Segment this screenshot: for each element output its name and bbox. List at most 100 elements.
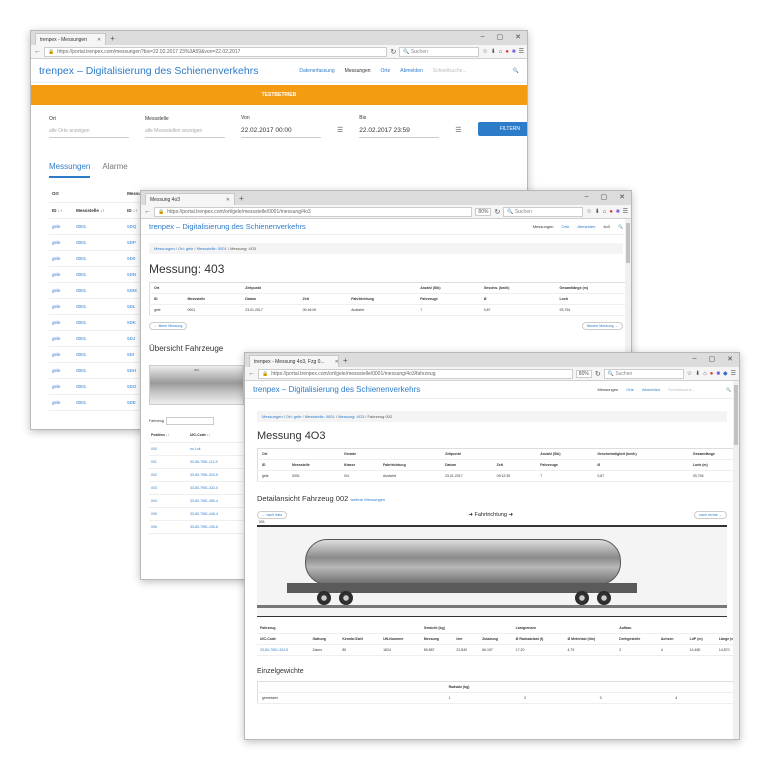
- zoom-level[interactable]: 80%: [475, 207, 492, 216]
- bis-input[interactable]: 22.02.2017 23:59: [359, 127, 440, 138]
- reload-icon[interactable]: ↻: [390, 48, 396, 56]
- back-icon[interactable]: ←: [248, 370, 255, 377]
- table-cell[interactable]: 000: [149, 442, 188, 456]
- tab-alarme[interactable]: Alarme: [102, 162, 127, 178]
- quicksearch-icon[interactable]: 🔍: [726, 387, 731, 392]
- newer-messung-button[interactable]: Neuere Messung →: [581, 322, 623, 330]
- table-row[interactable]: 006 33-80-7951-150-6: [149, 520, 244, 534]
- minimize-icon[interactable]: –: [481, 33, 485, 41]
- table-cell[interactable]: 006: [149, 520, 188, 534]
- close-tab-icon[interactable]: ✕: [97, 37, 101, 43]
- browser-tab-messungen[interactable]: trenpex - Messungen ✕: [35, 33, 107, 45]
- table-row[interactable]: 005 33-80-7951-446-4: [149, 507, 244, 521]
- filter-button[interactable]: FILTERN: [477, 122, 527, 136]
- maximize-icon[interactable]: ▢: [709, 355, 716, 363]
- nav-datenerfassung[interactable]: Datenerfassung: [299, 68, 334, 74]
- maximize-icon[interactable]: ▢: [497, 33, 504, 41]
- menu-icon[interactable]: ☰: [731, 370, 736, 377]
- table-cell[interactable]: gele: [49, 298, 74, 315]
- table-cell[interactable]: 0001: [73, 314, 125, 331]
- table-row[interactable]: 004 33-80-7951-450-4: [149, 494, 244, 508]
- browser-search-input[interactable]: 🔍 Suchen: [603, 368, 684, 379]
- browser-search-input[interactable]: 🔍 Suchen: [503, 206, 584, 217]
- breadcrumb-messungen[interactable]: Messungen: [262, 414, 283, 419]
- table-cell[interactable]: 0001: [73, 234, 125, 251]
- quicksearch-icon[interactable]: 🔍: [513, 68, 519, 74]
- menu-icon[interactable]: ☰: [623, 208, 628, 215]
- table-cell[interactable]: 33-80-7951-332-0: [187, 481, 244, 495]
- table-row[interactable]: 003 33-80-7951-332-0: [149, 481, 244, 495]
- table-cell[interactable]: 0001: [73, 250, 125, 267]
- table-row[interactable]: 002 33-80-7951-324-5: [149, 468, 244, 482]
- von-input[interactable]: 22.02.2017 00:00: [241, 127, 321, 138]
- ort-select[interactable]: alle Orte anzeigen: [49, 128, 129, 138]
- table-cell[interactable]: gele: [49, 282, 74, 299]
- vehicle-thumbnail[interactable]: 003: [149, 365, 244, 405]
- new-tab-icon[interactable]: +: [239, 193, 244, 205]
- table-cell[interactable]: gele: [49, 314, 74, 331]
- older-messung-button[interactable]: ← ältere Messung: [149, 322, 188, 330]
- table-cell[interactable]: 0001: [73, 346, 125, 363]
- reload-icon[interactable]: ↻: [494, 208, 500, 216]
- table-cell[interactable]: gele: [49, 346, 74, 363]
- table-cell[interactable]: gele: [49, 394, 74, 411]
- col-header-id[interactable]: ID ↓↑: [49, 202, 74, 219]
- breadcrumb-ort[interactable]: Ort: gele: [286, 414, 301, 419]
- table-cell[interactable]: gele: [49, 218, 74, 235]
- zoom-level[interactable]: 80%: [575, 369, 592, 378]
- table-cell[interactable]: no Lok: [187, 442, 244, 456]
- table-row[interactable]: 001 33-56-7951-112-0: [149, 455, 244, 469]
- url-bar[interactable]: 🔒 https://portal.trenpex.com/messungen?b…: [44, 46, 388, 57]
- nav-orte[interactable]: Orte: [626, 387, 634, 392]
- quicksearch-input[interactable]: Schnellsuche...: [668, 387, 718, 392]
- home-icon[interactable]: ⌂: [603, 209, 607, 215]
- addon-icon[interactable]: ●: [505, 49, 509, 55]
- cell-uic-link[interactable]: 33-80-7951-324-5: [257, 644, 310, 656]
- table-cell[interactable]: 0001: [73, 394, 125, 411]
- url-bar[interactable]: 🔒 https://portal.trenpex.com/ort/gele/me…: [154, 206, 473, 217]
- table-cell[interactable]: 0001: [73, 330, 125, 347]
- extension-icon[interactable]: ■: [512, 49, 516, 55]
- table-row[interactable]: 000 no Lok: [149, 442, 244, 456]
- table-cell[interactable]: gele: [49, 234, 74, 251]
- close-tab-icon[interactable]: ✕: [335, 359, 338, 365]
- breadcrumb-messung[interactable]: Messung: 4O3: [338, 414, 364, 419]
- nav-messungen[interactable]: Messungen: [533, 224, 554, 229]
- close-window-icon[interactable]: ✕: [515, 33, 521, 41]
- addon-icon[interactable]: ●: [710, 371, 714, 377]
- download-icon[interactable]: ⬇: [595, 208, 600, 215]
- close-tab-icon[interactable]: ✕: [226, 197, 230, 203]
- close-window-icon[interactable]: ✕: [619, 193, 625, 201]
- new-tab-icon[interactable]: +: [343, 355, 348, 367]
- nav-abmelden[interactable]: Abmelden: [577, 224, 595, 229]
- addon-icon[interactable]: ●: [609, 209, 613, 215]
- back-icon[interactable]: ←: [34, 48, 41, 55]
- table-cell[interactable]: 004: [149, 494, 188, 508]
- table-cell[interactable]: 0001: [73, 378, 125, 395]
- table-cell[interactable]: 33-80-7951-446-4: [187, 507, 244, 521]
- scroll-left-button[interactable]: ← nach links: [257, 511, 288, 519]
- bookmark-star-icon[interactable]: ☆: [586, 208, 591, 215]
- browser-tab-fahrzeug[interactable]: trenpex - Messung 4o3, Fzg 0... ✕: [249, 355, 339, 367]
- quicksearch-icon[interactable]: 🔍: [618, 224, 623, 229]
- browser-tab-messung[interactable]: Messung 4o3 ✕: [145, 193, 235, 205]
- back-icon[interactable]: ←: [144, 208, 151, 215]
- table-cell[interactable]: 0001: [73, 362, 125, 379]
- scrollbar-thumb[interactable]: [734, 385, 738, 445]
- nav-orte[interactable]: Orte: [562, 224, 570, 229]
- scrollbar[interactable]: [733, 381, 739, 739]
- bookmark-star-icon[interactable]: ☆: [687, 370, 692, 377]
- scrollbar-thumb[interactable]: [626, 223, 630, 263]
- col-position[interactable]: Position ↓↑: [149, 429, 188, 443]
- table-cell[interactable]: gele: [49, 330, 74, 347]
- table-cell[interactable]: gele: [49, 266, 74, 283]
- download-icon[interactable]: ⬇: [695, 370, 700, 377]
- reload-icon[interactable]: ↻: [595, 370, 601, 378]
- table-cell[interactable]: 0001: [73, 298, 125, 315]
- breadcrumb-messstelle[interactable]: Messstelle: 0001: [197, 246, 227, 251]
- table-cell[interactable]: 005: [149, 507, 188, 521]
- table-cell[interactable]: 0001: [73, 282, 125, 299]
- messstelle-select[interactable]: alle Messstellen anzeigen: [145, 128, 225, 138]
- table-cell[interactable]: 002: [149, 468, 188, 482]
- table-cell[interactable]: 0001: [73, 218, 125, 235]
